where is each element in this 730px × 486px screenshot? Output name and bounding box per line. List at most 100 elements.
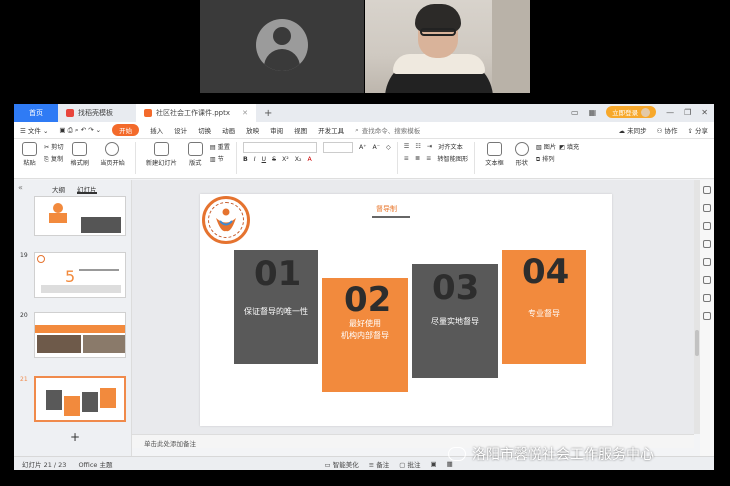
convert-smartart-button[interactable]: 转智能图形: [437, 154, 468, 163]
menu-switch[interactable]: 切换: [198, 125, 211, 135]
thumbnail-item[interactable]: 19 5: [20, 252, 126, 302]
subscript-icon[interactable]: X₂: [295, 156, 302, 163]
share-label: 分享: [695, 127, 708, 135]
format-painter-button[interactable]: 格式刷: [67, 142, 94, 167]
tab-template[interactable]: 找稻壳模板: [58, 104, 136, 122]
menu-start[interactable]: 开始: [112, 124, 140, 136]
slide-thumbnail[interactable]: [34, 196, 126, 236]
number-list-icon[interactable]: ☷: [415, 143, 421, 150]
font-size-select[interactable]: [322, 142, 353, 153]
command-search[interactable]: ⌕ 查找命令、搜索模板: [355, 125, 420, 136]
slide-thumbnail[interactable]: 5: [34, 252, 126, 298]
grid-icon[interactable]: ▦: [589, 108, 597, 117]
pen-icon[interactable]: [703, 276, 711, 284]
normal-view-icon[interactable]: ▣: [430, 460, 436, 468]
align-right-icon[interactable]: ≡: [426, 155, 431, 162]
paste-button[interactable]: 粘贴: [18, 142, 41, 167]
collab-button[interactable]: ⚇ 协作: [657, 125, 678, 135]
watermark-text: 洛阳市馨悦社会工作服务中心: [472, 447, 654, 463]
share-button[interactable]: ⇪ 分享: [687, 125, 708, 135]
clear-format-icon[interactable]: ◇: [386, 144, 391, 151]
style-icon[interactable]: [703, 186, 711, 194]
indent-icon[interactable]: ⇥: [427, 143, 432, 150]
participant-camera-tile[interactable]: [365, 0, 530, 93]
italic-icon[interactable]: I: [254, 156, 256, 163]
align-center-icon[interactable]: ≣: [415, 155, 420, 162]
new-slide-button[interactable]: 新建幻灯片: [142, 142, 181, 167]
cut-button[interactable]: ✂ 剪切: [44, 142, 64, 151]
close-tab-icon[interactable]: ✕: [242, 109, 248, 117]
wechat-icon: [448, 447, 466, 461]
superscript-icon[interactable]: X²: [282, 156, 289, 163]
login-button[interactable]: 立即登录: [606, 106, 657, 118]
help-icon[interactable]: [703, 258, 711, 266]
underline-icon[interactable]: U: [262, 156, 267, 163]
menu-insert[interactable]: 插入: [150, 125, 163, 135]
current-slide[interactable]: 督导制 01 保证督导的唯一性 02 最好使用 机构内部督导 03 尽量实地督导…: [200, 194, 612, 426]
new-slide-icon: [153, 142, 169, 156]
fill-button[interactable]: ◩ 填充: [559, 142, 579, 151]
item-box-04[interactable]: 04 专业督导: [502, 250, 586, 364]
picture-button[interactable]: ▧ 图片: [536, 142, 556, 151]
textbox-button[interactable]: 文本框: [481, 142, 508, 167]
participant-tile-no-video[interactable]: [200, 0, 364, 93]
beautify-button[interactable]: ▭ 智能美化: [324, 459, 358, 469]
bold-icon[interactable]: B: [243, 156, 248, 163]
menu-animation[interactable]: 动画: [222, 125, 235, 135]
menu-show[interactable]: 放映: [246, 125, 259, 135]
section-button[interactable]: ▥ 节: [210, 154, 224, 163]
location-icon[interactable]: [703, 294, 711, 302]
collapse-panel-icon[interactable]: «: [18, 183, 23, 192]
item-box-03[interactable]: 03 尽量实地督导: [412, 264, 498, 378]
adjust-icon[interactable]: [703, 204, 711, 212]
font-family-select[interactable]: [242, 142, 317, 153]
sync-button[interactable]: ☁ 未同步: [619, 125, 647, 135]
brush-icon: [72, 142, 88, 156]
pptx-file-icon: [144, 109, 152, 117]
arrange-button[interactable]: ⧉ 排列: [536, 154, 555, 164]
item-box-02[interactable]: 02 最好使用 机构内部督导: [322, 278, 408, 392]
comments-toggle[interactable]: ▢ 批注: [399, 459, 420, 469]
minimize-icon[interactable]: —: [666, 108, 674, 117]
menu-file[interactable]: ☰ 文件 ⌄: [20, 125, 48, 135]
slide-title[interactable]: 督导制: [376, 204, 397, 214]
bullet-list-icon[interactable]: ☰: [404, 143, 410, 150]
restore-icon[interactable]: ❐: [684, 108, 691, 117]
font-grow-icon[interactable]: A⁺: [359, 144, 367, 151]
slide-thumbnail-selected[interactable]: [34, 376, 126, 422]
tab-slides[interactable]: 幻灯片: [77, 184, 97, 194]
menu-view[interactable]: 视图: [294, 125, 307, 135]
add-slide-button[interactable]: +: [70, 430, 80, 444]
new-tab-button[interactable]: +: [256, 104, 280, 122]
menu-design[interactable]: 设计: [174, 125, 187, 135]
strike-icon[interactable]: S: [272, 156, 276, 163]
menu-review[interactable]: 审阅: [270, 125, 283, 135]
tab-document[interactable]: 社区社会工作课件.pptx ✕: [136, 104, 256, 122]
layout-icon[interactable]: ▭: [571, 108, 579, 117]
align-text-button[interactable]: 对齐文本: [438, 142, 463, 151]
menu-dev[interactable]: 开发工具: [318, 125, 344, 135]
slide-thumbnail[interactable]: [34, 312, 126, 358]
scrollbar-thumb[interactable]: [695, 330, 699, 356]
play-current-button[interactable]: 当页开始: [96, 142, 129, 167]
tab-outline[interactable]: 大纲: [52, 184, 65, 194]
item-box-01[interactable]: 01 保证督导的唯一性: [234, 250, 318, 364]
slide-editing-canvas[interactable]: 督导制 01 保证督导的唯一性 02 最好使用 机构内部督导 03 尽量实地督导…: [132, 180, 694, 434]
font-color-icon[interactable]: A: [307, 156, 311, 163]
shape-icon[interactable]: [703, 240, 711, 248]
font-shrink-icon[interactable]: A⁻: [372, 144, 380, 151]
book-icon[interactable]: [703, 312, 711, 320]
thumbnail-item[interactable]: 20: [20, 312, 126, 362]
tab-home[interactable]: 首页: [14, 104, 58, 122]
animation-icon[interactable]: [703, 222, 711, 230]
close-window-icon[interactable]: ✕: [701, 108, 708, 117]
notes-toggle[interactable]: ≡ 备注: [369, 459, 390, 469]
thumbnail-item[interactable]: [20, 196, 126, 236]
docer-icon: [66, 109, 74, 117]
align-left-icon[interactable]: ≡: [404, 155, 409, 162]
thumbnail-item[interactable]: 21: [20, 376, 126, 426]
copy-button[interactable]: ⎘ 复制: [44, 154, 63, 164]
layout-button[interactable]: 版式: [184, 142, 207, 167]
shape-button[interactable]: 形状: [511, 142, 533, 167]
reset-button[interactable]: ▤ 重置: [210, 142, 230, 151]
